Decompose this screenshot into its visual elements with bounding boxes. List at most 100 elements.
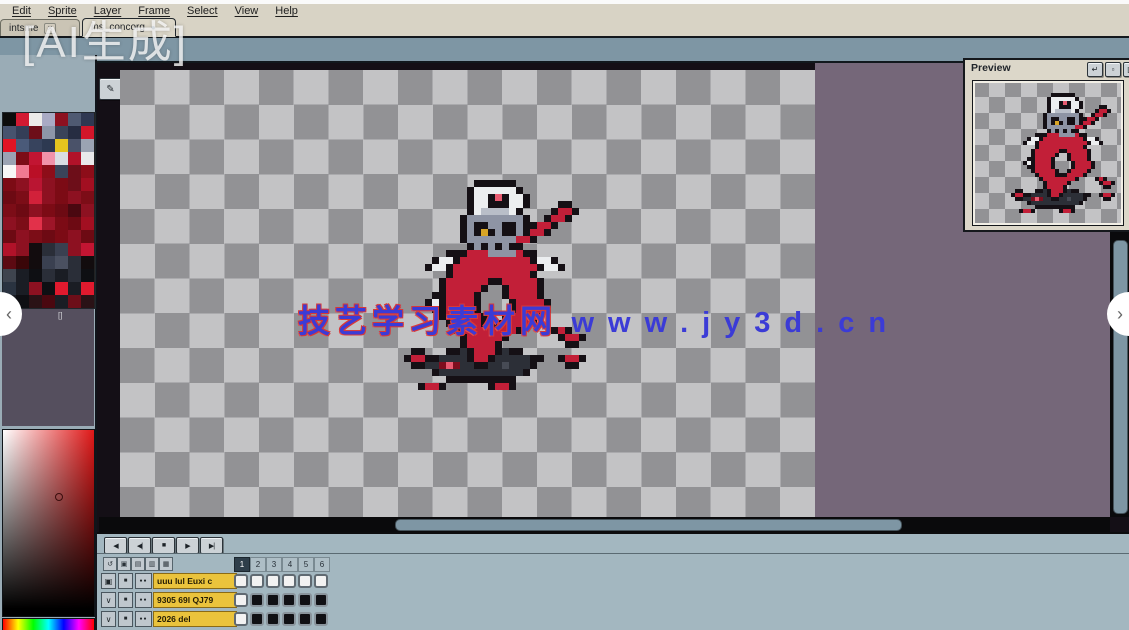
layer-mode-icon[interactable]: ▣ [117,557,131,571]
palette-swatch[interactable] [29,126,42,139]
palette-swatch[interactable] [68,282,81,295]
palette-swatch[interactable] [81,152,94,165]
palette-swatch[interactable] [55,152,68,165]
palette-swatch[interactable] [55,256,68,269]
timeline-cel-filled[interactable] [282,593,296,607]
palette-swatch[interactable] [68,191,81,204]
layer-lock-icon[interactable]: ●● [135,573,152,589]
palette-swatch[interactable] [16,113,29,126]
timeline-cel-filled[interactable] [298,593,312,607]
palette-swatch[interactable] [3,269,16,282]
horizontal-scrollbar[interactable] [99,517,1110,532]
palette-swatch[interactable] [29,269,42,282]
vertical-scrollbar-thumb[interactable] [1113,240,1128,514]
timeline-cel-filled[interactable] [266,612,280,626]
palette-swatch[interactable] [16,256,29,269]
palette-swatch[interactable] [55,139,68,152]
palette-swatch[interactable] [55,243,68,256]
palette-swatch[interactable] [55,282,68,295]
last-frame-button[interactable]: ▶| [200,537,223,554]
hue-slider[interactable] [2,618,95,630]
palette-swatch[interactable] [16,139,29,152]
palette-swatch[interactable] [3,126,16,139]
timeline-cel-filled[interactable] [250,612,264,626]
palette-swatch[interactable] [42,191,55,204]
layer-name[interactable]: 2026 del [153,611,237,627]
timeline-cel-filled[interactable] [314,593,328,607]
frame-header-1[interactable]: 1 [234,557,250,572]
palette-swatch[interactable] [81,256,94,269]
stop-button[interactable]: ■ [152,537,175,554]
layer-name[interactable]: 9305 69l QJ79 [153,592,237,608]
palette-swatch[interactable] [68,217,81,230]
palette-swatch[interactable] [42,165,55,178]
palette-swatch[interactable] [16,152,29,165]
palette-swatch[interactable] [55,217,68,230]
palette-swatch[interactable] [68,243,81,256]
timeline-cel-empty[interactable] [282,574,296,588]
horizontal-scrollbar-thumb[interactable] [395,519,902,531]
palette-swatch[interactable] [3,230,16,243]
palette-swatch[interactable] [16,191,29,204]
palette-swatch[interactable] [16,126,29,139]
palette-swatch[interactable] [29,243,42,256]
palette-swatch[interactable] [68,165,81,178]
palette-swatch[interactable] [81,139,94,152]
palette-swatch[interactable] [81,295,94,308]
palette-swatch[interactable] [55,204,68,217]
menu-item-select[interactable]: Select [187,5,218,17]
palette-swatch[interactable] [3,243,16,256]
timeline-cel-empty[interactable] [234,612,248,626]
menu-item-view[interactable]: View [235,5,259,17]
palette-swatch[interactable] [81,269,94,282]
menu-item-help[interactable]: Help [275,5,298,17]
palette-swatch[interactable] [55,191,68,204]
layer-lock-icon[interactable]: ●● [135,611,152,627]
palette-swatch[interactable] [81,178,94,191]
color-gradient-picker[interactable] [2,429,95,617]
timeline-cel-empty[interactable] [250,574,264,588]
palette-swatch[interactable] [16,217,29,230]
pencil-tool-button[interactable]: ✎ [99,78,122,100]
layer-expand-icon[interactable]: ∨ [101,611,116,627]
next-frame-button[interactable]: ▶ [176,537,199,554]
prev-frame-button[interactable]: ◀| [128,537,151,554]
frame-header-2[interactable]: 2 [250,557,266,572]
gradient-cursor[interactable] [55,493,63,501]
palette-swatch[interactable] [16,165,29,178]
palette-swatch[interactable] [55,269,68,282]
palette-swatch[interactable] [42,152,55,165]
palette-swatch[interactable] [16,178,29,191]
palette-swatch[interactable] [3,256,16,269]
palette-swatch[interactable] [42,113,55,126]
palette-swatch[interactable] [16,204,29,217]
palette-swatch[interactable] [3,139,16,152]
palette-swatch[interactable] [16,269,29,282]
layer-visibility-icon[interactable]: ■ [118,611,133,627]
timeline-cel-filled[interactable] [250,593,264,607]
palette-swatch[interactable] [68,295,81,308]
palette-swatch[interactable] [81,126,94,139]
timeline-cel-empty[interactable] [314,574,328,588]
layer-name[interactable]: uuu lul Euxi c [153,573,237,589]
palette-swatch[interactable] [42,139,55,152]
palette-swatch[interactable] [81,113,94,126]
palette-swatch[interactable] [55,165,68,178]
palette-swatch[interactable] [42,204,55,217]
palette-swatch[interactable] [3,178,16,191]
palette-swatch[interactable] [16,230,29,243]
palette-swatch[interactable] [68,269,81,282]
timeline-cel-filled[interactable] [314,612,328,626]
palette-swatch[interactable] [68,204,81,217]
layer-visibility-icon[interactable]: ■ [118,573,133,589]
timeline-cel-empty[interactable] [234,574,248,588]
palette-swatch[interactable] [42,269,55,282]
options-grid-icon[interactable]: ▣ [1123,62,1129,77]
palette-swatch[interactable] [68,152,81,165]
onion-skin-icon[interactable]: ▥ [145,557,159,571]
popout-icon[interactable]: ↵ [1087,62,1103,77]
palette-swatch[interactable] [3,152,16,165]
palette-swatch[interactable] [29,217,42,230]
grid-settings-icon[interactable]: ▦ [159,557,173,571]
palette-swatch[interactable] [81,191,94,204]
